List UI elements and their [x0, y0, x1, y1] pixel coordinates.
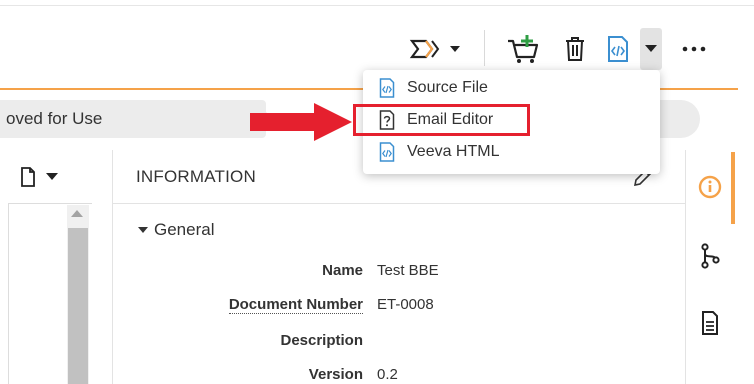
delete-button[interactable]: [558, 32, 592, 66]
field-value-document-number: ET-0008: [377, 296, 434, 313]
rail-active-indicator: [731, 152, 735, 224]
toolbar-divider: [484, 30, 485, 66]
field-value-version: 0.2: [377, 366, 398, 383]
workflow-button[interactable]: [406, 34, 466, 64]
code-file-icon: [608, 36, 628, 62]
status-label: oved for Use: [6, 109, 103, 128]
menu-item-label: Source File: [407, 79, 488, 96]
document-icon: [702, 311, 718, 335]
download-rendition-button[interactable]: [602, 32, 634, 66]
menu-item-source-file[interactable]: Source File: [363, 72, 660, 104]
highlight-box: [353, 104, 530, 136]
code-file-icon: [379, 142, 395, 162]
info-icon: [698, 175, 722, 199]
add-to-cart-button[interactable]: [505, 32, 543, 66]
field-value-name: Test BBE: [377, 262, 439, 279]
more-icon: [682, 46, 706, 52]
code-file-icon: [379, 78, 395, 98]
caret-down-icon: [138, 227, 148, 233]
info-panel-title: INFORMATION: [136, 167, 256, 186]
add-to-cart-icon: [508, 35, 539, 63]
field-label-version: Version: [308, 366, 363, 383]
document-tab[interactable]: [699, 309, 721, 337]
file-icon: [21, 167, 35, 187]
general-section-label: General: [154, 220, 215, 239]
more-actions-button[interactable]: [677, 32, 711, 66]
menu-item-veeva-html[interactable]: Veeva HTML: [363, 136, 660, 168]
scrollbar-thumb[interactable]: [68, 228, 88, 384]
caret-down-icon: [46, 173, 58, 180]
menu-item-label: Veeva HTML: [407, 143, 500, 160]
field-label-document-number: Document Number: [228, 296, 363, 314]
red-arrow-annotation: [250, 103, 352, 141]
trash-icon: [566, 37, 584, 61]
scroll-up-arrow[interactable]: [71, 210, 83, 217]
caret-down-icon: [645, 45, 657, 52]
field-label-description: Description: [280, 332, 363, 349]
info-tab[interactable]: [697, 174, 723, 200]
branch-icon: [701, 243, 720, 269]
rendition-menu-toggle[interactable]: [640, 28, 662, 70]
field-label-name: Name: [322, 262, 363, 279]
relationships-tab[interactable]: [698, 242, 722, 270]
workflow-icon: [409, 39, 460, 59]
general-section-toggle[interactable]: General: [138, 220, 214, 240]
document-view-menu[interactable]: [20, 166, 64, 188]
